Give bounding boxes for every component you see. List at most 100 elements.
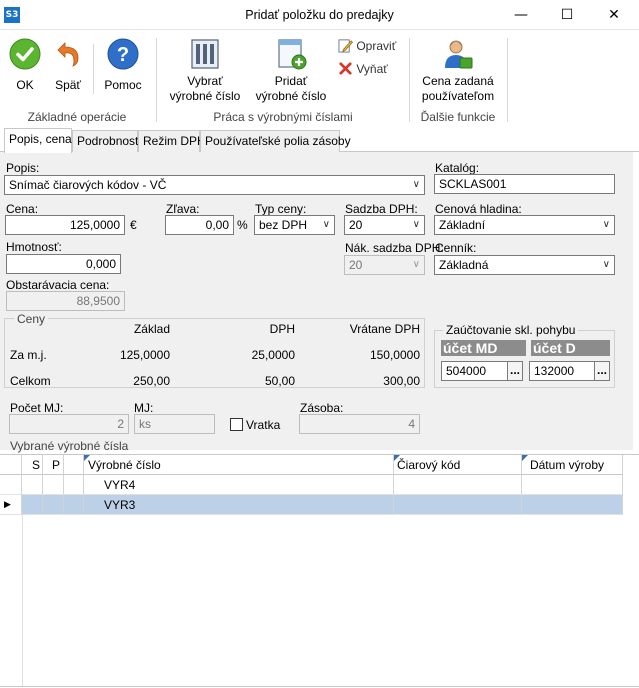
popis-label: Popis: xyxy=(6,161,40,175)
pocet-label: Počet MJ: xyxy=(10,401,64,415)
add-serial-label-1: Pridať xyxy=(274,74,308,88)
ok-label: OK xyxy=(16,78,34,92)
group-separator xyxy=(156,38,157,122)
svg-text:?: ? xyxy=(117,44,129,66)
vratka-label: Vratka xyxy=(246,418,281,432)
zauctovanie-title: Zaúčtovanie skl. pohybu xyxy=(443,323,579,337)
filter-marker-icon xyxy=(394,455,400,461)
cell-s[interactable] xyxy=(22,475,43,495)
remove-button[interactable]: Vyňať xyxy=(338,61,388,79)
grid-header-barcode-label: Čiarový kód xyxy=(397,458,461,472)
tab-rezim-dph[interactable]: Režim DPH xyxy=(138,130,206,152)
chevron-down-icon: ∨ xyxy=(602,259,610,270)
zlava-input[interactable]: 0,00 xyxy=(165,215,234,235)
grid-header-serial[interactable]: Výrobné číslo xyxy=(84,455,394,475)
cell-blank xyxy=(64,475,84,495)
edit-icon xyxy=(338,39,353,53)
cenova-hladina-value: Základní xyxy=(439,218,486,232)
window-bottom-border xyxy=(0,686,639,687)
hmotnost-label: Hmotnosť: xyxy=(6,240,62,254)
back-button[interactable]: Späť xyxy=(50,38,86,93)
add-serial-button[interactable]: Pridať výrobné číslo xyxy=(252,38,330,104)
ribbon-divider xyxy=(93,44,94,94)
user-price-label-2: používateľom xyxy=(421,89,495,103)
user-price-button[interactable]: Cena zadaná používateľom xyxy=(415,38,501,104)
zasoba-label: Zásoba: xyxy=(300,401,344,415)
ceny-row1-dph: 25,0000 xyxy=(251,348,295,362)
serial-list-icon xyxy=(191,39,219,69)
grid-header-s[interactable]: S xyxy=(22,455,43,475)
grid-header-blank xyxy=(64,455,84,475)
ceny-row1-vratane: 150,0000 xyxy=(369,348,420,362)
cell-date[interactable] xyxy=(522,495,623,515)
select-serial-label-2: výrobné číslo xyxy=(169,89,241,103)
filter-marker-icon xyxy=(522,455,528,461)
zlava-percent: % xyxy=(237,218,248,232)
ucet-md-browse-button[interactable]: ... xyxy=(507,361,523,381)
mj-label: MJ: xyxy=(134,401,154,415)
ucet-d-browse-button[interactable]: ... xyxy=(594,361,610,381)
select-serial-button[interactable]: Vybrať výrobné číslo xyxy=(166,38,244,104)
nak-sadzba-label: Nák. sadzba DPH: xyxy=(345,241,444,255)
checkmark-icon xyxy=(9,38,41,70)
chevron-down-icon: ∨ xyxy=(412,179,420,190)
delete-x-icon xyxy=(339,62,352,75)
cell-p[interactable] xyxy=(43,475,64,495)
help-icon: ? xyxy=(107,38,139,70)
cena-currency: € xyxy=(130,218,137,232)
cenova-hladina-label: Cenová hladina: xyxy=(435,202,522,216)
sadzba-select[interactable]: 20 ∨ xyxy=(344,215,425,235)
ceny-row2-zaklad: 250,00 xyxy=(133,374,170,388)
ok-button[interactable]: OK xyxy=(4,38,46,93)
cell-barcode[interactable] xyxy=(394,495,522,515)
tab-popis-cena[interactable]: Popis, cena xyxy=(4,128,72,153)
typ-ceny-select[interactable]: bez DPH ∨ xyxy=(254,215,335,235)
vratka-checkbox[interactable] xyxy=(230,418,243,431)
chevron-down-icon: ∨ xyxy=(412,219,420,230)
typ-ceny-label: Typ ceny: xyxy=(255,202,307,216)
cell-barcode[interactable] xyxy=(394,475,522,495)
ucet-d-input[interactable]: 132000 xyxy=(529,361,596,381)
nak-sadzba-select[interactable]: 20 ∨ xyxy=(344,255,425,275)
tab-podrobnosti[interactable]: Podrobnosti xyxy=(72,130,141,152)
grid-header-p[interactable]: P xyxy=(43,455,64,475)
cena-input[interactable]: 125,0000 xyxy=(5,215,125,235)
tab-user-fields[interactable]: Používateľské polia zásoby xyxy=(200,130,351,152)
ceny-col-zaklad: Základ xyxy=(133,322,170,336)
maximize-button[interactable]: ☐ xyxy=(544,0,590,30)
cell-serial[interactable]: VYR3 xyxy=(84,495,394,515)
close-button[interactable]: ✕ xyxy=(591,0,637,30)
row-selector[interactable] xyxy=(0,475,22,495)
cell-s[interactable] xyxy=(22,495,43,515)
cell-serial[interactable]: VYR4 xyxy=(84,475,394,495)
remove-label: Vyňať xyxy=(356,62,388,76)
sadzba-value: 20 xyxy=(349,218,363,232)
minimize-button[interactable]: — xyxy=(498,0,544,30)
ceny-title: Ceny xyxy=(14,312,49,326)
cennik-select[interactable]: Základná ∨ xyxy=(434,255,615,275)
ucet-md-input[interactable]: 504000 xyxy=(441,361,509,381)
grid-header-date[interactable]: Dátum výroby xyxy=(522,455,623,475)
chevron-down-icon: ∨ xyxy=(322,219,330,230)
cenova-hladina-select[interactable]: Základní ∨ xyxy=(434,215,615,235)
cell-p[interactable] xyxy=(43,495,64,515)
grid-header-barcode[interactable]: Čiarový kód xyxy=(394,455,522,475)
popis-combo[interactable]: Snímač čiarových kódov - VČ ∨ xyxy=(4,175,425,195)
katalog-label: Katalóg: xyxy=(435,161,480,175)
edit-button[interactable]: Opraviť xyxy=(338,38,396,56)
cell-blank xyxy=(64,495,84,515)
row-pointer-icon[interactable]: ▶ xyxy=(0,495,22,515)
cell-date[interactable] xyxy=(522,475,623,495)
mj-input[interactable]: ks xyxy=(134,414,215,434)
select-serial-label-1: Vybrať xyxy=(187,74,223,88)
katalog-input[interactable]: SCKLAS001 xyxy=(434,174,615,194)
obstaravacia-input: 88,9500 xyxy=(6,291,125,311)
group-label-basic: Základné operácie xyxy=(27,110,127,124)
add-document-icon xyxy=(278,39,307,70)
help-button[interactable]: ? Pomoc xyxy=(100,38,146,93)
hmotnost-input[interactable]: 0,000 xyxy=(6,254,121,274)
filter-marker-icon xyxy=(84,455,90,461)
vybrane-label: Vybrané výrobné čísla xyxy=(10,439,129,453)
zlava-label: Zľava: xyxy=(166,202,200,216)
pocet-input[interactable]: 2 xyxy=(9,414,129,434)
